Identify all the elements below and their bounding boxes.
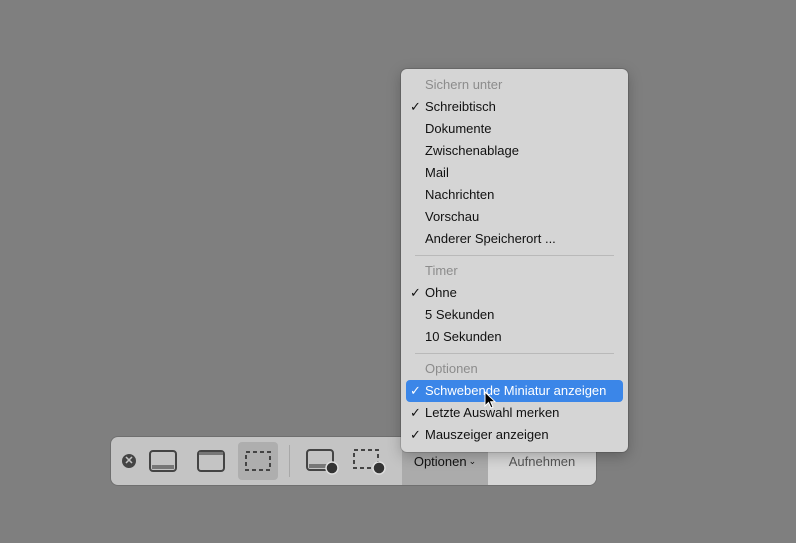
menu-item-option[interactable]: ✓ Letzte Auswahl merken	[406, 402, 623, 424]
checkmark-icon: ✓	[410, 383, 421, 398]
checkmark-icon: ✓	[410, 405, 421, 420]
menu-header-timer: Timer	[425, 263, 458, 278]
mouse-cursor-icon	[484, 391, 497, 409]
record-selection-button[interactable]	[349, 442, 389, 480]
checkmark-icon: ✓	[410, 99, 421, 114]
menu-header-options: Optionen	[425, 361, 478, 376]
capture-selection-button[interactable]	[238, 442, 278, 480]
menu-item-save-location[interactable]: Mail	[406, 162, 623, 184]
menu-header-save: Sichern unter	[425, 77, 503, 92]
checkmark-icon: ✓	[410, 427, 421, 442]
menu-item-option[interactable]: ✓ Mauszeiger anzeigen	[406, 424, 623, 446]
screen-icon	[149, 450, 177, 472]
record-screen-icon	[306, 449, 339, 475]
close-button[interactable]: ✕	[122, 454, 136, 468]
menu-item-timer[interactable]: 5 Sekunden	[406, 304, 623, 326]
record-selection-icon	[353, 449, 386, 475]
menu-item-save-location[interactable]: Anderer Speicherort ...	[406, 228, 623, 250]
menu-item-save-location[interactable]: Vorschau	[406, 206, 623, 228]
menu-item-option[interactable]: ✓ Schwebende Miniatur anzeigen	[406, 380, 623, 402]
record-screen-button[interactable]	[302, 442, 342, 480]
toolbar-divider	[289, 445, 290, 477]
selection-icon	[245, 451, 271, 471]
window-icon	[197, 450, 225, 472]
menu-item-save-location[interactable]: Zwischenablage	[406, 140, 623, 162]
options-menu: Sichern unter ✓ Schreibtisch Dokumente Zwisc…	[401, 69, 628, 452]
menu-item-save-location[interactable]: Dokumente	[406, 118, 623, 140]
menu-item-timer[interactable]: 10 Sekunden	[406, 326, 623, 348]
chevron-down-icon: ⌄	[468, 455, 477, 466]
capture-screen-button[interactable]	[143, 442, 183, 480]
menu-item-save-location[interactable]: ✓ Schreibtisch	[406, 96, 623, 118]
menu-item-save-location[interactable]: Nachrichten	[406, 184, 623, 206]
menu-item-timer[interactable]: ✓ Ohne	[406, 282, 623, 304]
menu-separator	[415, 353, 614, 354]
menu-separator	[415, 255, 614, 256]
capture-window-button[interactable]	[191, 442, 231, 480]
checkmark-icon: ✓	[410, 285, 421, 300]
